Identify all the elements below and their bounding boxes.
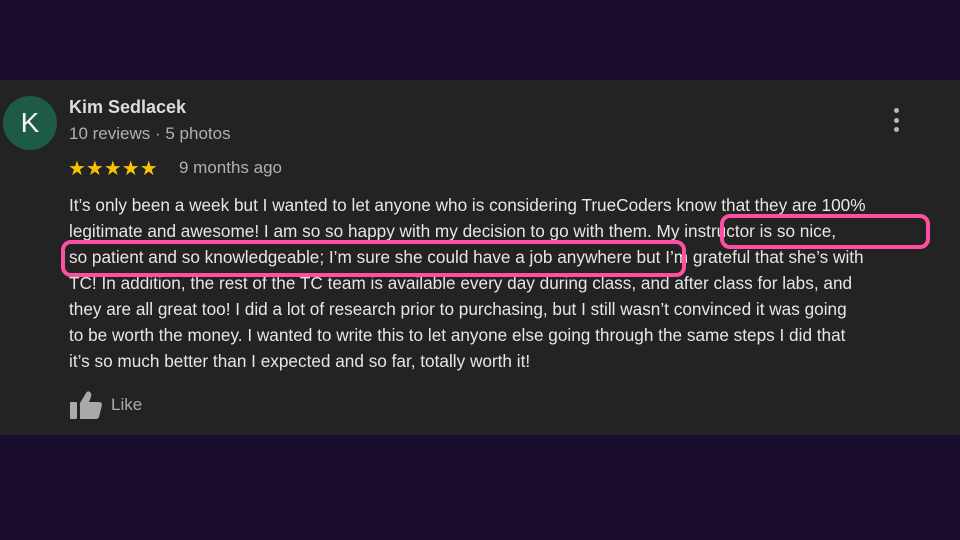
review-card: K Kim Sedlacek 10 reviews · 5 photos ★★★… (0, 80, 960, 435)
star-rating: ★★★★★ (68, 156, 158, 180)
review-line: they are all great too! I did a lot of r… (69, 299, 847, 319)
more-vert-icon[interactable] (886, 108, 906, 132)
review-line: to be worth the money. I wanted to write… (69, 325, 846, 345)
reviewer-meta: 10 reviews · 5 photos (69, 124, 231, 143)
reviewer-name[interactable]: Kim Sedlacek (69, 97, 186, 118)
menu-dot (893, 108, 899, 113)
menu-dot (893, 127, 899, 132)
review-time: 9 months ago (179, 158, 283, 177)
review-line: it’s so much better than I expected and … (69, 351, 531, 371)
avatar[interactable]: K (3, 96, 57, 150)
like-button[interactable]: Like (69, 390, 142, 420)
like-label: Like (111, 395, 143, 414)
highlight-box (720, 214, 930, 249)
highlight-box (61, 240, 686, 277)
menu-dot (893, 117, 899, 123)
thumbs-up-icon (69, 390, 103, 420)
